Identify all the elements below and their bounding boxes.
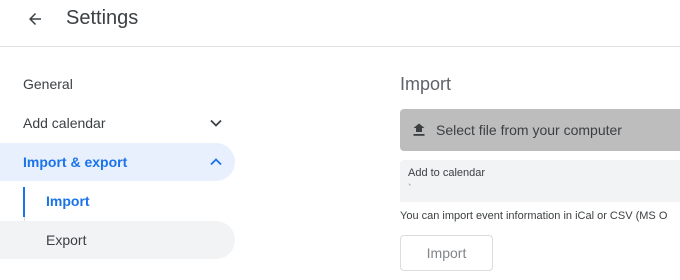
back-button[interactable] xyxy=(20,4,50,34)
chevron-up-icon xyxy=(209,155,223,169)
select-file-button[interactable]: Select file from your computer xyxy=(400,109,680,151)
sidebar-subitem-import[interactable]: Import xyxy=(0,182,235,220)
page-title: Settings xyxy=(66,7,139,29)
add-to-calendar-value: ` xyxy=(408,183,412,195)
sidebar-item-general[interactable]: General xyxy=(0,65,235,103)
settings-page: Settings General Add calendar Import & e… xyxy=(0,0,680,280)
sidebar-item-import-export[interactable]: Import & export xyxy=(0,143,235,181)
sidebar-item-label: General xyxy=(23,76,73,92)
sidebar-subitem-export[interactable]: Export xyxy=(0,221,235,259)
sidebar: General Add calendar Import & export Imp… xyxy=(0,47,240,280)
select-file-label: Select file from your computer xyxy=(436,122,622,138)
import-button[interactable]: Import xyxy=(400,235,493,271)
import-help-text: You can import event information in iCal… xyxy=(400,210,668,222)
sidebar-item-label: Import & export xyxy=(23,154,128,170)
section-title: Import xyxy=(400,74,452,94)
chevron-down-icon xyxy=(209,116,223,130)
sidebar-item-label: Add calendar xyxy=(23,115,106,131)
add-to-calendar-select[interactable]: Add to calendar ` xyxy=(400,160,680,202)
arrow-back-icon xyxy=(26,10,44,28)
upload-icon xyxy=(412,123,426,137)
add-to-calendar-label: Add to calendar xyxy=(408,167,486,179)
sidebar-subitem-label: Export xyxy=(46,232,87,248)
header: Settings xyxy=(0,0,680,47)
import-panel: Import Select file from your computer Ad… xyxy=(400,47,680,280)
sidebar-item-add-calendar[interactable]: Add calendar xyxy=(0,104,235,142)
sidebar-subitem-label: Import xyxy=(46,193,90,209)
